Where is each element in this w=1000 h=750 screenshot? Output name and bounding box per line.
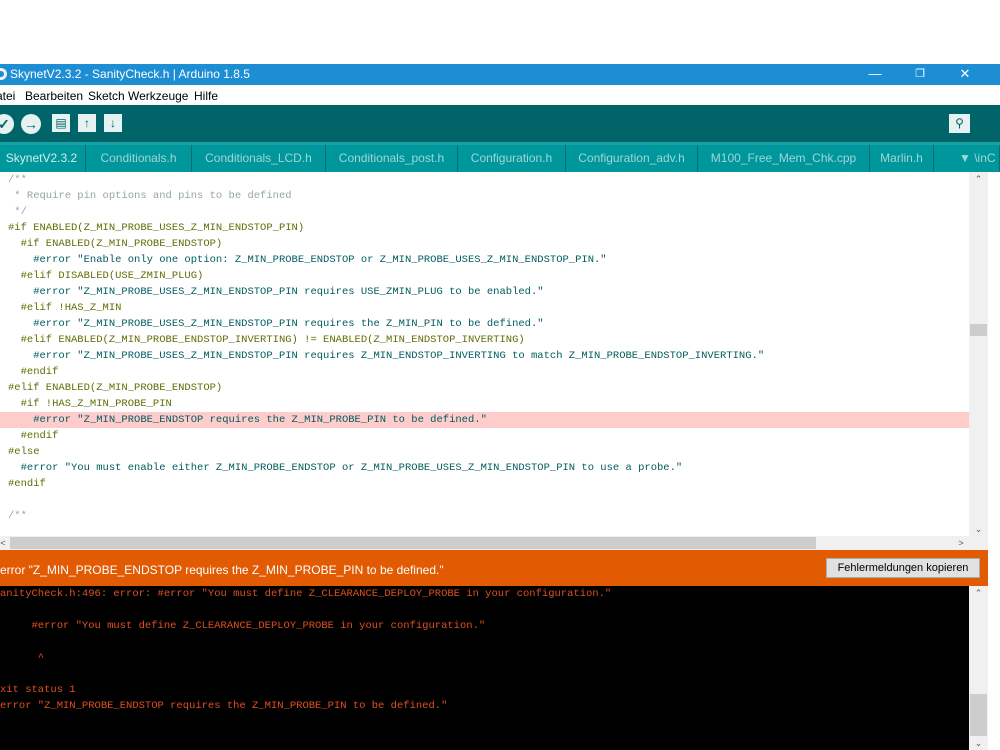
toolbar: ✓ → ▤ ↑ ↓ ⚲ (0, 105, 1000, 142)
close-button[interactable]: ✕ (948, 64, 982, 85)
code-line: #else (8, 446, 40, 458)
console-line: anityCheck.h:496: error: #error "You mus… (0, 588, 612, 600)
console-scroll-up-icon[interactable]: ⌃ (969, 586, 988, 600)
menu-bar: atei Bearbeiten Sketch Werkzeuge Hilfe (0, 85, 1000, 105)
code-line: #error "You must enable either Z_MIN_PRO… (8, 462, 683, 474)
console-scrollbar[interactable]: ⌃ ⌄ (969, 586, 988, 750)
tab-conditionals-lcd[interactable]: Conditionals_LCD.h (192, 145, 326, 172)
menu-file[interactable]: atei (0, 89, 15, 103)
editor-hscroll-thumb[interactable] (10, 537, 816, 549)
code-line: #error "Z_MIN_PROBE_USES_Z_MIN_ENDSTOP_P… (8, 318, 544, 330)
window-title: SkynetV2.3.2 - SanityCheck.h | Arduino 1… (10, 67, 250, 81)
tab-m100-free-mem[interactable]: M100_Free_Mem_Chk.cpp (698, 145, 870, 172)
code-line: /** (8, 510, 27, 522)
save-sketch-button[interactable]: ↓ (104, 114, 122, 132)
console-scroll-thumb[interactable] (970, 694, 987, 736)
code-line: #error "Enable only one option: Z_MIN_PR… (8, 254, 607, 266)
code-editor[interactable]: /** * Require pin options and pins to be… (0, 172, 969, 536)
editor-horizontal-scrollbar[interactable]: < > (0, 536, 969, 550)
tab-bar: SkynetV2.3.2 Conditionals.h Conditionals… (0, 142, 1000, 172)
code-line: * Require pin options and pins to be def… (8, 190, 292, 202)
menu-tools[interactable]: Werkzeuge (128, 89, 188, 103)
console-line: #error "You must define Z_CLEARANCE_DEPL… (0, 620, 486, 632)
scroll-left-icon[interactable]: < (0, 536, 9, 550)
error-highlighted-line: #error "Z_MIN_PROBE_ENDSTOP requires the… (0, 412, 969, 428)
tab-configuration-adv[interactable]: Configuration_adv.h (566, 145, 698, 172)
code-line: #endif (8, 478, 46, 490)
error-message: error "Z_MIN_PROBE_ENDSTOP requires the … (0, 563, 444, 577)
arduino-ide-window: SkynetV2.3.2 - SanityCheck.h | Arduino 1… (0, 64, 1000, 750)
console-output[interactable]: anityCheck.h:496: error: #error "You mus… (0, 586, 969, 750)
code-line: #if ENABLED(Z_MIN_PROBE_USES_Z_MIN_ENDST… (8, 222, 305, 234)
tab-conditionals[interactable]: Conditionals.h (86, 145, 192, 172)
maximize-button[interactable]: ❐ (903, 64, 937, 85)
tab-conditionals-post[interactable]: Conditionals_post.h (326, 145, 458, 172)
scroll-down-icon[interactable]: ⌄ (969, 522, 988, 536)
tab-marlin[interactable]: Marlin.h (870, 145, 934, 172)
scrollbar-corner (969, 536, 988, 550)
code-line: */ (8, 206, 27, 218)
menu-help[interactable]: Hilfe (194, 89, 218, 103)
error-status-bar: error "Z_MIN_PROBE_ENDSTOP requires the … (0, 550, 988, 586)
console-line: error "Z_MIN_PROBE_ENDSTOP requires the … (0, 700, 448, 712)
verify-button[interactable]: ✓ (0, 114, 14, 134)
editor-vertical-scrollbar[interactable]: ⌃ ⌄ (969, 172, 988, 536)
code-line: #error "Z_MIN_PROBE_USES_Z_MIN_ENDSTOP_P… (8, 286, 544, 298)
editor-scroll-thumb[interactable] (970, 324, 987, 336)
code-line: #elif !HAS_Z_MIN (8, 302, 122, 314)
tab-configuration[interactable]: Configuration.h (458, 145, 566, 172)
console-line: ^ (0, 652, 45, 664)
copy-error-messages-button[interactable]: Fehlermeldungen kopieren (826, 558, 980, 578)
code-line: #elif ENABLED(Z_MIN_PROBE_ENDSTOP) (8, 382, 223, 394)
window-edge (988, 172, 1000, 750)
code-line: #elif ENABLED(Z_MIN_PROBE_ENDSTOP_INVERT… (8, 334, 525, 346)
scroll-up-icon[interactable]: ⌃ (969, 172, 988, 186)
upload-button[interactable]: → (21, 114, 41, 134)
serial-monitor-button[interactable]: ⚲ (949, 114, 970, 133)
scroll-right-icon[interactable]: > (955, 536, 967, 550)
code-line: #if !HAS_Z_MIN_PROBE_PIN (8, 398, 172, 410)
code-line: /** (8, 174, 27, 186)
code-line: #endif (8, 366, 59, 378)
new-sketch-button[interactable]: ▤ (52, 114, 70, 132)
open-sketch-button[interactable]: ↑ (78, 114, 96, 132)
tab-overflow-menu[interactable]: ▼ \inC (934, 145, 1000, 172)
console-line: xit status 1 (0, 684, 76, 696)
menu-sketch[interactable]: Sketch (88, 89, 125, 103)
tab-skynet[interactable]: SkynetV2.3.2 (0, 145, 86, 172)
code-line: #if ENABLED(Z_MIN_PROBE_ENDSTOP) (8, 238, 223, 250)
arduino-app-icon (0, 68, 7, 80)
code-line: #endif (8, 430, 59, 442)
title-bar: SkynetV2.3.2 - SanityCheck.h | Arduino 1… (0, 64, 1000, 85)
menu-edit[interactable]: Bearbeiten (25, 89, 83, 103)
code-line: #elif DISABLED(USE_ZMIN_PLUG) (8, 270, 204, 282)
console-scroll-down-icon[interactable]: ⌄ (969, 736, 988, 750)
code-line: #error "Z_MIN_PROBE_USES_Z_MIN_ENDSTOP_P… (8, 350, 765, 362)
minimize-button[interactable]: — (858, 64, 892, 85)
